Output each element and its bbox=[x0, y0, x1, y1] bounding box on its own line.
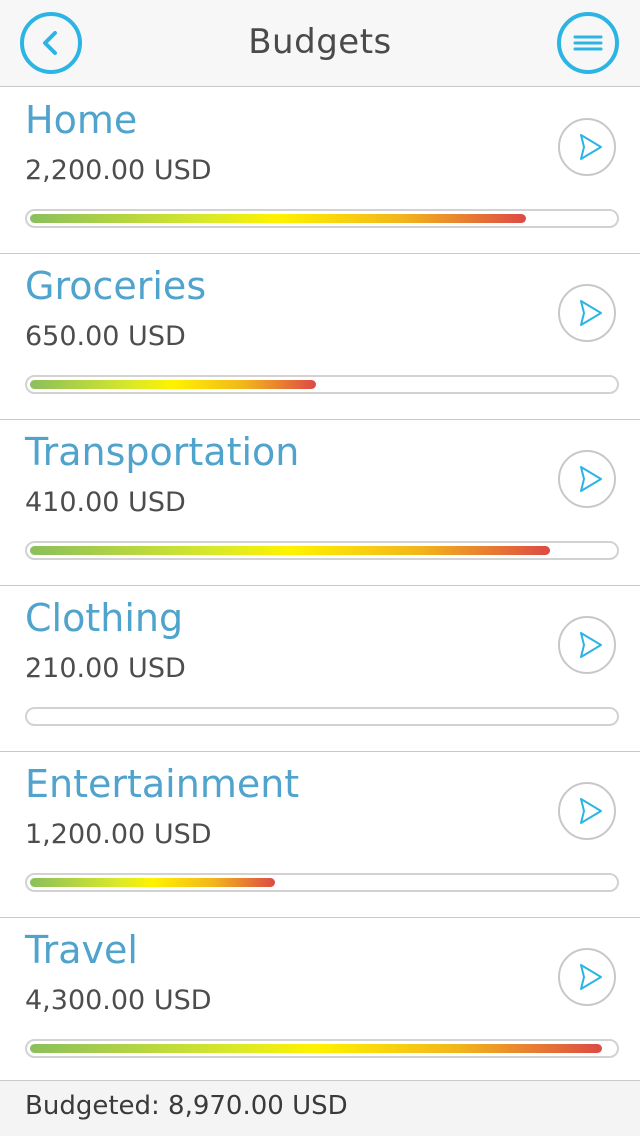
open-budget-button[interactable] bbox=[558, 782, 616, 840]
budget-amount: 4,300.00 USD bbox=[25, 985, 212, 1016]
play-arrow-icon bbox=[580, 300, 602, 326]
budget-name: Transportation bbox=[25, 430, 300, 474]
list-item[interactable]: Transportation 410.00 USD bbox=[0, 420, 640, 586]
budget-name: Groceries bbox=[25, 264, 207, 308]
list-item[interactable]: Home 2,200.00 USD bbox=[0, 88, 640, 254]
open-budget-button[interactable] bbox=[558, 450, 616, 508]
budget-amount: 650.00 USD bbox=[25, 321, 186, 352]
open-budget-button[interactable] bbox=[558, 284, 616, 342]
budget-amount: 2,200.00 USD bbox=[25, 155, 212, 186]
hamburger-menu-icon bbox=[573, 35, 603, 51]
page-title: Budgets bbox=[248, 22, 392, 62]
budget-name: Home bbox=[25, 98, 138, 142]
navigation-bar: Budgets bbox=[0, 0, 640, 87]
list-item[interactable]: Clothing 210.00 USD bbox=[0, 586, 640, 752]
progress-bar bbox=[25, 873, 619, 892]
progress-bar bbox=[25, 707, 619, 726]
list-item[interactable]: Entertainment 1,200.00 USD bbox=[0, 752, 640, 918]
progress-fill bbox=[30, 380, 316, 389]
play-arrow-icon bbox=[580, 632, 602, 658]
progress-bar bbox=[25, 375, 619, 394]
progress-fill bbox=[30, 1044, 602, 1053]
list-item[interactable]: Groceries 650.00 USD bbox=[0, 254, 640, 420]
budgeted-total: Budgeted: 8,970.00 USD bbox=[25, 1091, 348, 1121]
budget-amount: 1,200.00 USD bbox=[25, 819, 212, 850]
play-arrow-icon bbox=[580, 798, 602, 824]
progress-fill bbox=[30, 214, 526, 223]
budget-name: Clothing bbox=[25, 596, 184, 640]
open-budget-button[interactable] bbox=[558, 118, 616, 176]
progress-fill bbox=[30, 878, 275, 887]
progress-bar bbox=[25, 209, 619, 228]
budget-amount: 210.00 USD bbox=[25, 653, 186, 684]
list-item[interactable]: Travel 4,300.00 USD bbox=[0, 918, 640, 1084]
budget-name: Entertainment bbox=[25, 762, 300, 806]
budget-name: Travel bbox=[25, 928, 138, 972]
open-budget-button[interactable] bbox=[558, 948, 616, 1006]
play-arrow-icon bbox=[580, 134, 602, 160]
progress-fill bbox=[30, 546, 550, 555]
progress-bar bbox=[25, 1039, 619, 1058]
budget-amount: 410.00 USD bbox=[25, 487, 186, 518]
budget-list: Home 2,200.00 USD Groceries 650.00 USD T… bbox=[0, 88, 640, 1084]
progress-bar bbox=[25, 541, 619, 560]
menu-button[interactable] bbox=[557, 12, 619, 74]
open-budget-button[interactable] bbox=[558, 616, 616, 674]
play-arrow-icon bbox=[580, 466, 602, 492]
budget-summary-bar: Budgeted: 8,970.00 USD bbox=[0, 1080, 640, 1136]
play-arrow-icon bbox=[580, 964, 602, 990]
